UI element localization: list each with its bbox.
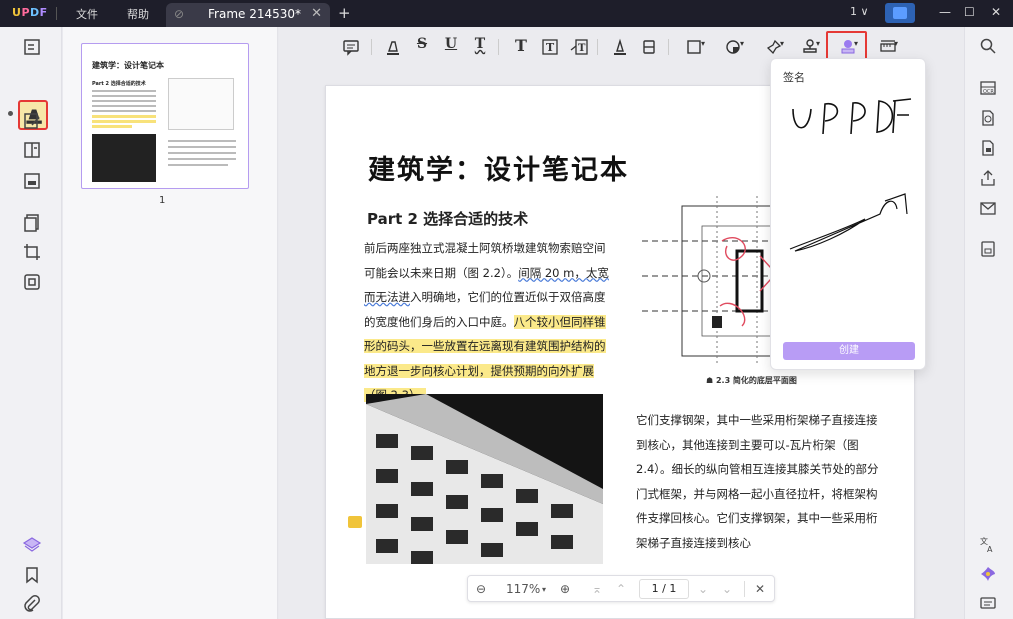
body-paragraph-2: 它们支撑钢架，其中一些采用桁架梯子直接连接到核心，其他连接到主要可以-瓦片桁架（… [636,413,879,550]
underline-icon[interactable]: U [440,36,462,58]
page-indicator[interactable]: 1 / 1 [639,579,689,599]
crop-icon[interactable] [22,242,42,262]
signature-panel-label: 签名 [783,71,805,84]
tab-count-label: 1 [850,5,857,18]
thumbnail-section: Part 2 选择合适的技术 [92,81,146,87]
translate-icon[interactable]: 文A [979,535,999,555]
share-icon[interactable] [979,169,999,189]
thumbnail-pane: 建筑学：设计笔记本 Part 2 选择合适的技术 1 [63,27,278,619]
form-icon[interactable] [22,140,42,160]
menu-file[interactable]: 文件 [76,6,98,22]
svg-text:T: T [578,43,586,54]
prev-page-icon[interactable]: ⌃ [616,582,626,596]
body-paragraph-1: 前后两座独立式混凝土阿筑桥墩建筑物索赔空间可能会以未来日期（图 2.2）。间隔 … [364,236,610,408]
page-current: 1 [651,582,659,595]
thumbnail-page-number: 1 [159,195,166,206]
zoom-out-icon[interactable]: ⊖ [476,582,486,596]
next-page-icon[interactable]: ⌄ [698,582,708,596]
eraser-icon[interactable] [638,36,660,58]
figure-caption: ☗ 2.3 简化的底层平面图 [706,376,797,385]
building-photo [366,394,603,564]
measure-icon[interactable]: ▾ [873,36,903,58]
save-icon[interactable] [979,240,999,260]
menu-help[interactable]: 帮助 [127,6,149,22]
signature-panel: 签名 创建 [770,58,926,370]
convert-icon[interactable] [979,109,999,129]
thumbnail-title: 建筑学：设计笔记本 [92,61,164,70]
pin-icon[interactable]: ▾ [759,36,789,58]
ocr-icon[interactable]: OCR [979,79,999,99]
tab-count[interactable]: 1 ∨ [850,5,869,18]
collapse-handle[interactable] [8,111,13,116]
text-callout-icon[interactable]: T [568,36,590,58]
thumbnail-photo [92,134,156,182]
page-separator: / [662,582,666,595]
text-icon[interactable]: T [510,36,532,58]
ai-assistant-icon[interactable] [979,565,999,585]
sticker-icon[interactable]: ▾ [719,36,749,58]
zoom-level[interactable]: 117% [506,582,540,596]
reader-icon[interactable] [22,37,42,57]
squiggly-icon[interactable]: T [469,36,491,58]
account-avatar[interactable] [885,3,915,23]
account-icon [893,7,907,19]
minimize-icon[interactable]: — [939,5,951,19]
signature-icon[interactable]: ▾ [833,36,863,58]
close-window-icon[interactable]: ✕ [991,5,1001,19]
organize-pages-icon[interactable] [22,213,42,233]
svg-text:T: T [546,41,555,54]
protect-icon[interactable] [979,139,999,159]
layers-icon[interactable] [22,535,42,555]
svg-text:A: A [987,545,993,553]
right-sidebar: OCR 文A [964,27,1013,619]
saved-signature-2[interactable] [785,189,913,259]
email-icon[interactable] [979,199,999,219]
page-total: 1 [669,582,677,595]
textbox-icon[interactable]: T [539,36,561,58]
title-bar: UPDF 文件 帮助 ⊘ Frame 214530* ✕ + 1 ∨ — ☐ ✕ [0,0,1013,27]
fill-sign-icon[interactable] [22,171,42,191]
saved-signature-1[interactable] [785,89,913,149]
attachment-icon[interactable] [22,594,42,614]
strikethrough-icon[interactable]: S [411,36,433,58]
sticky-note-icon[interactable] [348,516,362,528]
zoom-dropdown-icon[interactable]: ▾ [542,585,546,594]
section-heading: Part 2 选择合适的技术 [367,210,529,228]
create-signature-button[interactable]: 创建 [783,342,915,360]
first-page-icon[interactable]: ⌅ [592,582,602,596]
zoom-in-icon[interactable]: ⊕ [560,582,570,596]
comment-icon[interactable] [340,36,362,58]
figure-icon: ☗ [706,376,716,385]
left-sidebar [0,27,62,619]
svg-text:OCR: OCR [983,89,994,95]
document-tab[interactable]: ⊘ Frame 214530* ✕ [166,3,330,27]
shape-icon[interactable]: ▾ [680,36,710,58]
tab-title: Frame 214530* [208,7,302,21]
maximize-icon[interactable]: ☐ [964,5,975,19]
tab-document-icon: ⊘ [174,7,185,21]
last-page-icon[interactable]: ⌄ [722,582,732,596]
app-logo: UPDF [12,6,48,19]
thumbnail-plan [168,78,234,130]
tools-icon[interactable] [22,272,42,292]
divider [56,7,57,20]
bookmark-icon[interactable] [22,565,42,585]
comments-list-icon[interactable] [979,595,999,615]
page-thumbnail[interactable]: 建筑学：设计笔记本 Part 2 选择合适的技术 [81,43,249,189]
add-tab-icon[interactable]: + [338,4,351,22]
pencil-icon[interactable] [609,36,631,58]
edit-pdf-icon[interactable] [22,111,42,131]
highlight-icon[interactable] [382,36,404,58]
document-area: S U T T T T ▾ ▾ ▾ ▾ ▾ ▾ 建筑学：设计笔记本 Part 2… [279,27,964,619]
document-title: 建筑学：设计笔记本 [368,155,629,186]
close-zoombar-icon[interactable]: ✕ [755,582,765,596]
stamp-icon[interactable]: ▾ [795,36,825,58]
zoom-bar: ⊖ 117% ▾ ⊕ ⌅ ⌃ 1 / 1 ⌄ ⌄ ✕ [467,575,775,602]
search-icon[interactable] [979,37,999,57]
close-tab-icon[interactable]: ✕ [311,6,322,21]
